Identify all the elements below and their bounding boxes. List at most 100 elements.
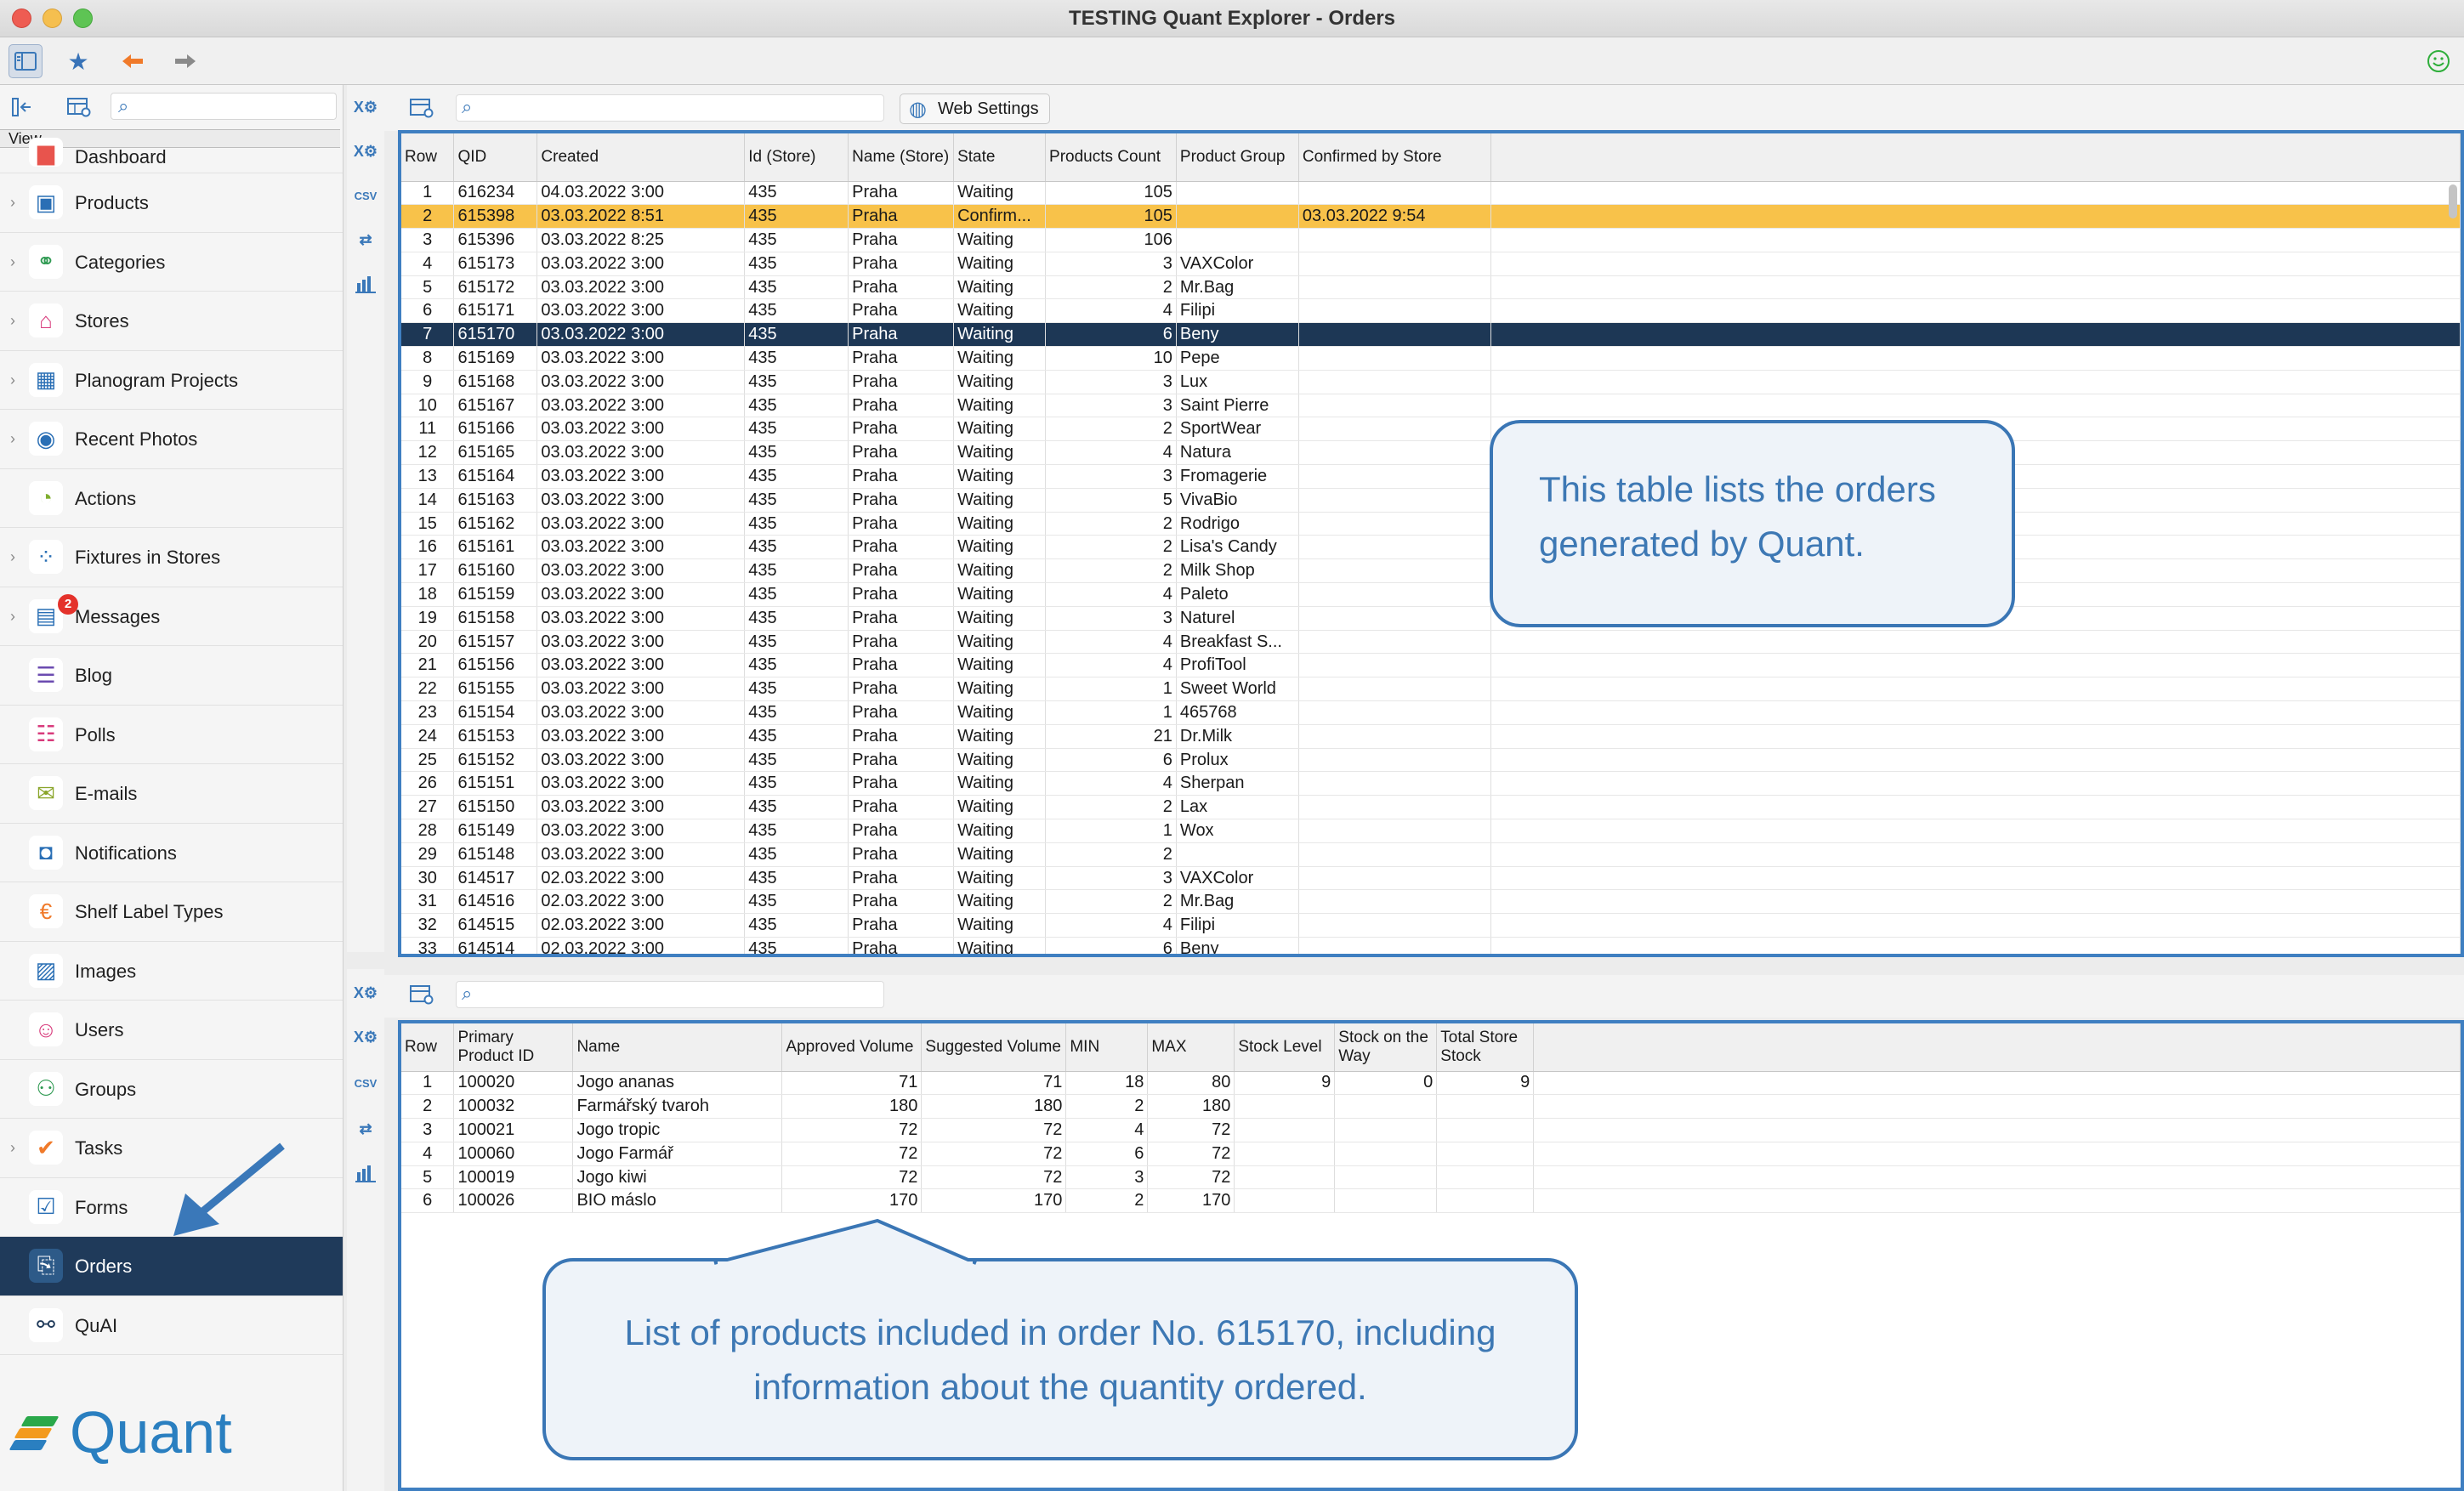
favorites-star-icon[interactable]: ★ (61, 44, 95, 78)
column-header[interactable]: Primary Product ID (453, 1023, 574, 1072)
export-csv-icon[interactable]: CSV (352, 1069, 379, 1097)
sidebar-item-products[interactable]: › ▣ Products (0, 173, 343, 233)
products-search-input[interactable]: ⌕ (456, 981, 884, 1008)
sidebar-item-categories[interactable]: › ⚭ Categories (0, 233, 343, 292)
orders-search-input[interactable]: ⌕ (456, 94, 884, 122)
sidebar-item-quai[interactable]: ⚯ QuAI (0, 1296, 343, 1355)
table-settings-icon[interactable] (65, 94, 94, 121)
table-row[interactable]: 29 615148 03.03.2022 3:00 435 Praha Waiting 2 (401, 842, 2461, 867)
export-excel-icon[interactable]: X⚙ (352, 94, 379, 121)
sidebar-item-groups[interactable]: ⚇ Groups (0, 1060, 343, 1119)
sidebar-item-shelf-label-types[interactable]: € Shelf Label Types (0, 882, 343, 942)
chevron-right-icon[interactable]: › (10, 1139, 15, 1157)
chevron-right-icon[interactable]: › (10, 548, 15, 566)
sidebar-toggle-icon[interactable] (9, 44, 43, 78)
sidebar-item-e-mails[interactable]: ✉ E-mails (0, 764, 343, 824)
back-arrow-icon[interactable] (116, 44, 150, 78)
table-row[interactable]: 4 100060 Jogo Farmář 72 72 6 72 (401, 1142, 2461, 1166)
sidebar-item-dashboard[interactable]: ▆ Dashboard (0, 138, 343, 173)
column-header[interactable]: Total Store Stock (1436, 1023, 1535, 1072)
table-row[interactable]: 9 615168 03.03.2022 3:00 435 Praha Waiting 3 Lu… (401, 370, 2461, 394)
table-row[interactable]: 21 615156 03.03.2022 3:00 435 Praha Waiting 4 P… (401, 653, 2461, 678)
table-row[interactable]: 8 615169 03.03.2022 3:00 435 Praha Waiting 10 P… (401, 346, 2461, 371)
collapse-sidebar-icon[interactable] (9, 94, 37, 121)
column-header[interactable]: Products Count (1045, 133, 1177, 182)
chevron-right-icon[interactable]: › (10, 371, 15, 389)
sidebar-item-stores[interactable]: › ⌂ Stores (0, 292, 343, 351)
orders-scrollbar-thumb[interactable] (2449, 184, 2457, 218)
table-row[interactable]: 26 615151 03.03.2022 3:00 435 Praha Waiting 4 S… (401, 771, 2461, 797)
column-header[interactable]: QID (453, 133, 538, 182)
table-row[interactable]: 30 614517 02.03.2022 3:00 435 Praha Waiting 3 V… (401, 866, 2461, 891)
chevron-right-icon[interactable]: › (10, 253, 15, 271)
table-row[interactable]: 28 615149 03.03.2022 3:00 435 Praha Waiting 1 W… (401, 819, 2461, 843)
table-row[interactable]: 1 100020 Jogo ananas 71 71 18 80 9 0 9 (401, 1071, 2461, 1096)
column-header[interactable]: Row (401, 133, 455, 182)
feedback-smiley-icon[interactable] (2421, 44, 2455, 78)
sidebar-item-orders[interactable]: ⎘ Orders (0, 1237, 343, 1296)
table-row[interactable]: 22 615155 03.03.2022 3:00 435 Praha Waiting 1 S… (401, 677, 2461, 702)
table-row[interactable]: 14 615163 03.03.2022 3:00 435 Praha Waiting 5 V… (401, 488, 2461, 513)
table-row[interactable]: 2 100032 Farmářský tvaroh 180 180 2 180 (401, 1094, 2461, 1120)
table-row[interactable]: 6 615171 03.03.2022 3:00 435 Praha Waiting 4 Fi… (401, 298, 2461, 324)
table-refresh-icon[interactable]: ⇄ (352, 1115, 379, 1142)
column-header[interactable]: Product Group (1176, 133, 1299, 182)
sidebar-item-blog[interactable]: ☰ Blog (0, 646, 343, 706)
table-row[interactable]: 5 615172 03.03.2022 3:00 435 Praha Waiting 2 Mr… (401, 275, 2461, 300)
table-refresh-icon[interactable]: ⇄ (352, 226, 379, 253)
sidebar-item-users[interactable]: ☺ Users (0, 1001, 343, 1060)
column-header[interactable]: Name (Store) (848, 133, 955, 182)
sidebar-item-messages[interactable]: › ▤ 2 Messages (0, 587, 343, 646)
table-settings-icon[interactable] (408, 982, 435, 1007)
table-row[interactable]: 12 615165 03.03.2022 3:00 435 Praha Waiting 4 N… (401, 440, 2461, 466)
table-row[interactable]: 18 615159 03.03.2022 3:00 435 Praha Waiting 4 P… (401, 582, 2461, 607)
table-row[interactable]: 4 615173 03.03.2022 3:00 435 Praha Waiting 3 VA… (401, 252, 2461, 276)
table-row[interactable]: 19 615158 03.03.2022 3:00 435 Praha Waiting 3 N… (401, 606, 2461, 631)
sidebar-search-input[interactable]: ⌕ (111, 93, 337, 120)
chevron-right-icon[interactable]: › (10, 608, 15, 626)
table-row[interactable]: 7 615170 03.03.2022 3:00 435 Praha Waiting 6 Be… (401, 322, 2461, 348)
sidebar-item-planogram-projects[interactable]: › ▦ Planogram Projects (0, 351, 343, 410)
sidebar-item-polls[interactable]: ☷ Polls (0, 706, 343, 764)
export-excel-alt-icon[interactable]: X⚙ (352, 138, 379, 165)
table-row[interactable]: 16 615161 03.03.2022 3:00 435 Praha Waiting 2 L… (401, 535, 2461, 560)
export-excel-alt-icon[interactable]: X⚙ (352, 1023, 379, 1051)
column-header[interactable]: Stock on the Way (1334, 1023, 1438, 1072)
sidebar-item-notifications[interactable]: ◘ Notifications (0, 824, 343, 882)
table-row[interactable]: 17 615160 03.03.2022 3:00 435 Praha Waiting 2 M… (401, 558, 2461, 584)
chart-icon[interactable] (352, 1159, 379, 1187)
table-row[interactable]: 13 615164 03.03.2022 3:00 435 Praha Waiting 3 F… (401, 464, 2461, 489)
table-row[interactable]: 31 614516 02.03.2022 3:00 435 Praha Waiting 2 M… (401, 889, 2461, 915)
forward-arrow-icon[interactable] (168, 44, 202, 78)
table-row[interactable]: 24 615153 03.03.2022 3:00 435 Praha Waiting 21… (401, 724, 2461, 749)
sidebar-item-fixtures-in-stores[interactable]: › ⁘ Fixtures in Stores (0, 528, 343, 587)
table-row[interactable]: 27 615150 03.03.2022 3:00 435 Praha Waiting 2 L… (401, 795, 2461, 820)
table-settings-icon[interactable] (408, 95, 435, 121)
column-header[interactable]: Stock Level (1234, 1023, 1336, 1072)
table-row[interactable]: 2 615398 03.03.2022 8:51 435 Praha Confirm...… (401, 204, 2461, 230)
table-row[interactable]: 32 614515 02.03.2022 3:00 435 Praha Waiting 4 F… (401, 913, 2461, 938)
chevron-right-icon[interactable]: › (10, 312, 15, 330)
table-row[interactable]: 6 100026 BIO máslo 170 170 2 170 (401, 1188, 2461, 1214)
table-row[interactable]: 20 615157 03.03.2022 3:00 435 Praha Waiting 4 B… (401, 630, 2461, 655)
sidebar-item-images[interactable]: ▨ Images (0, 942, 343, 1001)
chart-icon[interactable] (352, 270, 379, 298)
table-row[interactable]: 10 615167 03.03.2022 3:00 435 Praha Waiting 3 S… (401, 394, 2461, 418)
table-row[interactable]: 33 614514 02.03.2022 3:00 435 Praha Waiting 6 B… (401, 937, 2461, 954)
sidebar-item-actions[interactable]: ◔ Actions (0, 469, 343, 528)
column-header[interactable]: Suggested Volume (921, 1023, 1067, 1072)
table-row[interactable]: 5 100019 Jogo kiwi 72 72 3 72 (401, 1165, 2461, 1190)
column-header[interactable]: Confirmed by Store (1298, 133, 1491, 182)
column-header[interactable]: Created (537, 133, 746, 182)
table-row[interactable]: 3 100021 Jogo tropic 72 72 4 72 (401, 1118, 2461, 1142)
column-header[interactable]: Row (401, 1023, 455, 1072)
export-csv-icon[interactable]: CSV (352, 182, 379, 209)
column-header[interactable]: Id (Store) (744, 133, 849, 182)
table-row[interactable]: 15 615162 03.03.2022 3:00 435 Praha Waiting 2 R… (401, 512, 2461, 536)
table-row[interactable]: 25 615152 03.03.2022 3:00 435 Praha Waiting 6 P… (401, 748, 2461, 773)
web-settings-button[interactable]: ◍ Web Settings (900, 94, 1050, 124)
column-header[interactable]: State (953, 133, 1047, 182)
table-row[interactable]: 3 615396 03.03.2022 8:25 435 Praha Waiting 106 (401, 228, 2461, 252)
column-header[interactable]: MAX (1147, 1023, 1235, 1072)
table-row[interactable]: 1 616234 04.03.2022 3:00 435 Praha Waiting 105 (401, 181, 2461, 206)
